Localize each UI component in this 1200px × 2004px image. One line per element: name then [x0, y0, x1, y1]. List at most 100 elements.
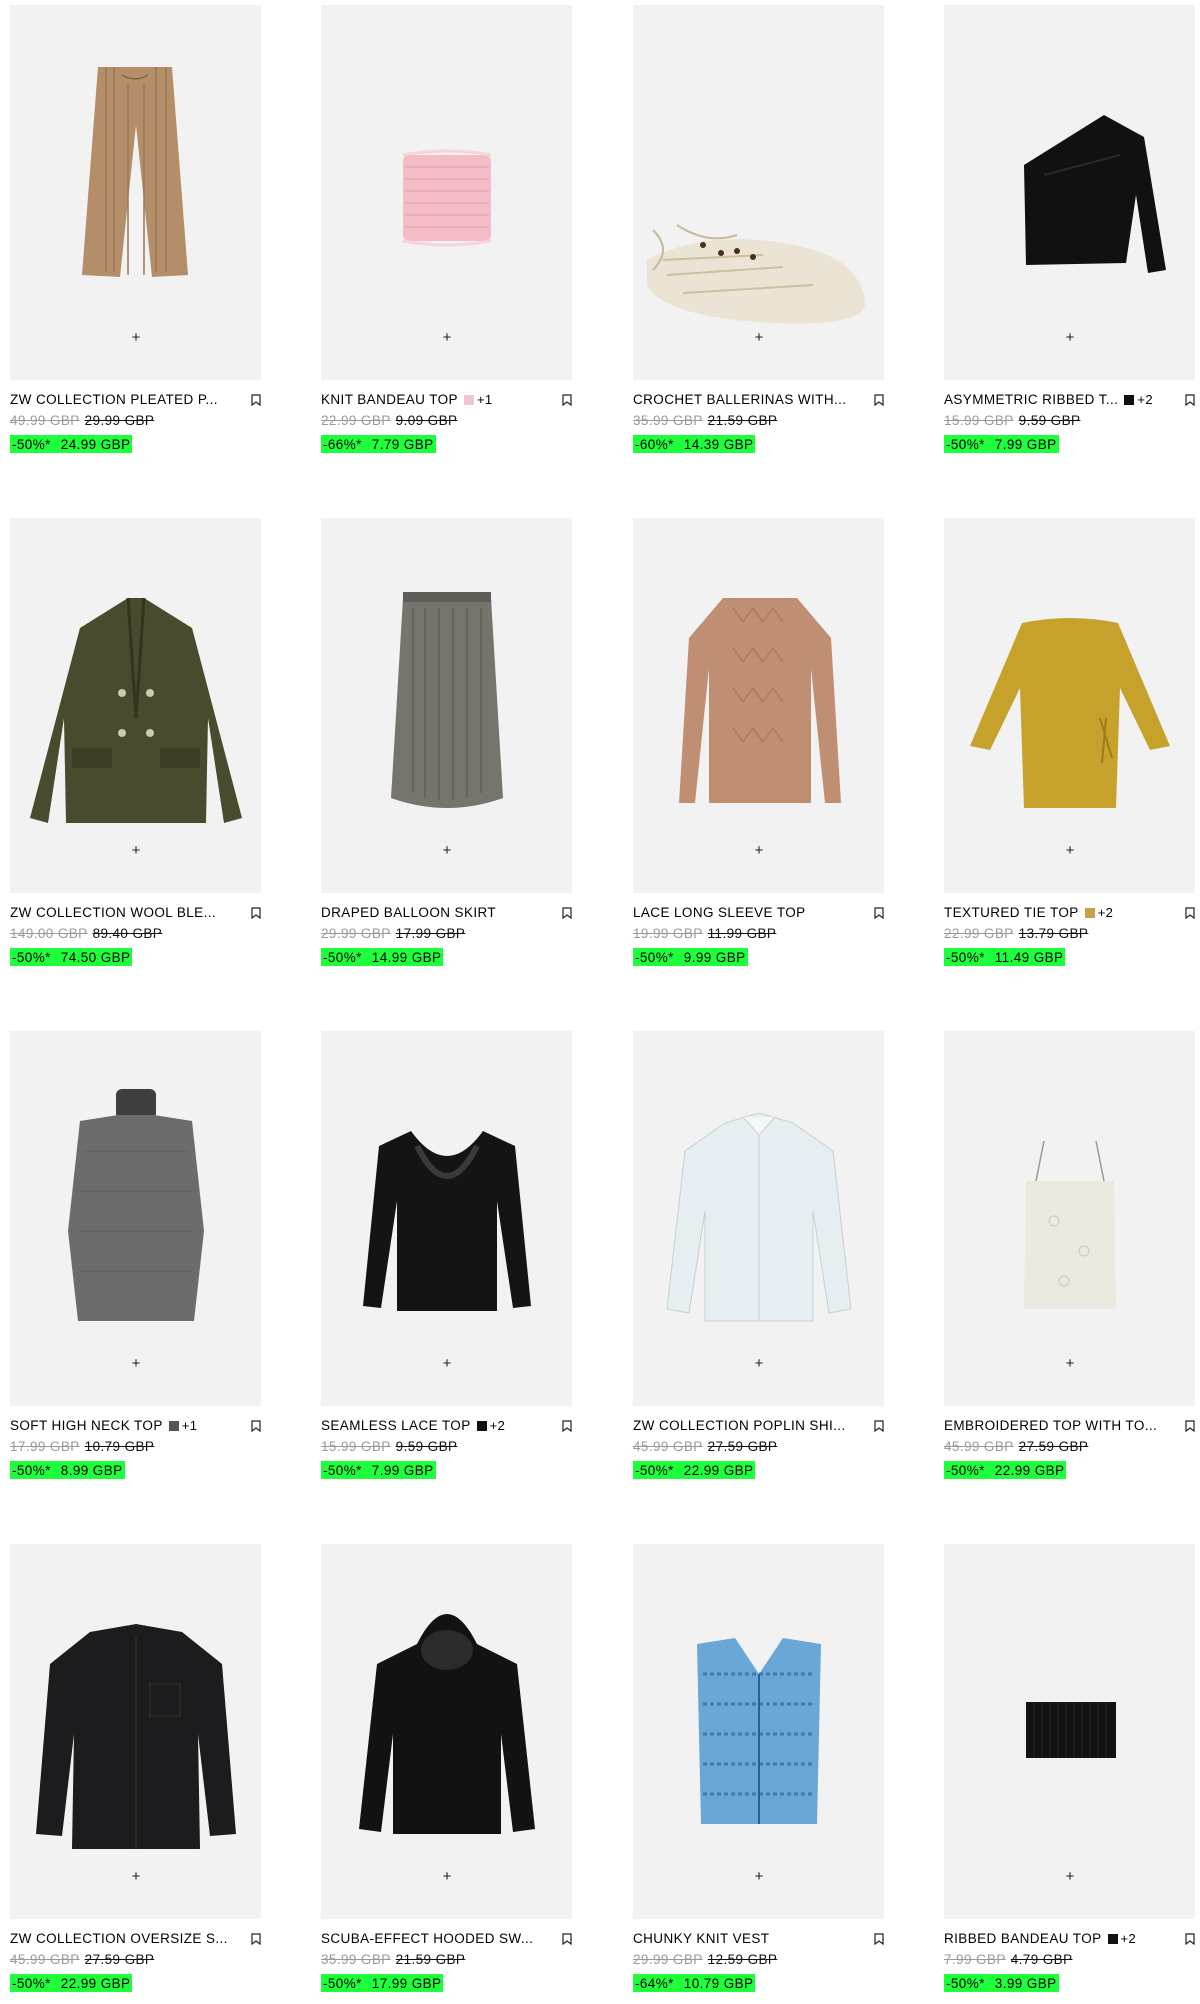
product-card[interactable]: + KNIT BANDEAU TOP +1 22.99 GBP 9.09 GBP -…	[321, 5, 576, 454]
add-to-cart-button[interactable]: +	[129, 1869, 143, 1884]
add-to-cart-button[interactable]: +	[752, 330, 766, 345]
product-image[interactable]: +	[633, 5, 884, 380]
bookmark-icon[interactable]	[874, 1420, 884, 1432]
product-card[interactable]: + CHUNKY KNIT VEST 29.99 GBP 12.59 GBP -6…	[633, 1544, 888, 1993]
original-price: 17.99 GBP	[10, 1439, 80, 1454]
product-image[interactable]: +	[321, 1031, 572, 1406]
product-name[interactable]: ZW COLLECTION WOOL BLE...	[10, 905, 216, 920]
product-name[interactable]: SEAMLESS LACE TOP	[321, 1418, 471, 1433]
high-neck-top-icon	[68, 1089, 204, 1321]
bookmark-icon[interactable]	[874, 394, 884, 406]
sale-price: 9.99 GBP	[683, 950, 746, 965]
product-name[interactable]: SOFT HIGH NECK TOP	[10, 1418, 163, 1433]
bookmark-icon[interactable]	[1185, 1420, 1195, 1432]
add-to-cart-button[interactable]: +	[1063, 1356, 1077, 1371]
product-image[interactable]: +	[10, 1544, 261, 1919]
bookmark-icon[interactable]	[1185, 907, 1195, 919]
product-image[interactable]: +	[321, 1544, 572, 1919]
product-card[interactable]: + ZW COLLECTION PLEATED P... 49.99 GBP 29…	[10, 5, 265, 454]
product-name[interactable]: ASYMMETRIC RIBBED T...	[944, 392, 1118, 407]
tie-top-icon	[970, 618, 1170, 808]
more-colors[interactable]: +1	[182, 1418, 198, 1433]
bookmark-icon[interactable]	[1185, 1933, 1195, 1945]
bookmark-icon[interactable]	[874, 1933, 884, 1945]
add-to-cart-button[interactable]: +	[129, 330, 143, 345]
more-colors[interactable]: +2	[490, 1418, 506, 1433]
product-name[interactable]: ZW COLLECTION POPLIN SHI...	[633, 1418, 846, 1433]
more-colors[interactable]: +2	[1098, 905, 1114, 920]
product-name[interactable]: ZW COLLECTION PLEATED P...	[10, 392, 218, 407]
product-image[interactable]: +	[633, 518, 884, 893]
add-to-cart-button[interactable]: +	[752, 1356, 766, 1371]
product-card[interactable]: + SEAMLESS LACE TOP +2 15.99 GBP 9.59 GBP …	[321, 1031, 576, 1480]
product-image[interactable]: +	[10, 1031, 261, 1406]
add-to-cart-button[interactable]: +	[752, 1869, 766, 1884]
product-image[interactable]: +	[633, 1544, 884, 1919]
product-image[interactable]: +	[944, 518, 1195, 893]
color-swatch[interactable]	[168, 1421, 179, 1431]
product-card[interactable]: + ASYMMETRIC RIBBED T... +2 15.99 GBP 9.59…	[944, 5, 1199, 454]
add-to-cart-button[interactable]: +	[440, 330, 454, 345]
bookmark-icon[interactable]	[874, 907, 884, 919]
product-card[interactable]: + ZW COLLECTION OVERSIZE S... 45.99 GBP 2…	[10, 1544, 265, 1993]
product-card[interactable]: + RIBBED BANDEAU TOP +2 7.99 GBP 4.79 GBP …	[944, 1544, 1199, 1993]
product-card[interactable]: + TEXTURED TIE TOP +2 22.99 GBP 13.79 GBP …	[944, 518, 1199, 967]
product-name[interactable]: CROCHET BALLERINAS WITH...	[633, 392, 846, 407]
color-swatch[interactable]	[1124, 395, 1135, 405]
bookmark-icon[interactable]	[562, 1420, 572, 1432]
bookmark-icon[interactable]	[251, 1933, 261, 1945]
bookmark-icon[interactable]	[251, 394, 261, 406]
poplin-shirt-icon	[666, 1112, 852, 1322]
add-to-cart-button[interactable]: +	[129, 843, 143, 858]
bookmark-icon[interactable]	[562, 394, 572, 406]
product-card[interactable]: + LACE LONG SLEEVE TOP 19.99 GBP 11.99 GB…	[633, 518, 888, 967]
bookmark-icon[interactable]	[251, 1420, 261, 1432]
add-to-cart-button[interactable]: +	[440, 1356, 454, 1371]
product-name[interactable]: CHUNKY KNIT VEST	[633, 1931, 769, 1946]
product-name[interactable]: ZW COLLECTION OVERSIZE S...	[10, 1931, 228, 1946]
product-image[interactable]: +	[944, 5, 1195, 380]
color-swatch[interactable]	[476, 1421, 487, 1431]
product-image[interactable]: +	[321, 518, 572, 893]
product-card[interactable]: + CROCHET BALLERINAS WITH... 35.99 GBP 21…	[633, 5, 888, 454]
color-swatch[interactable]	[463, 395, 474, 405]
original-price: 149.00 GBP	[10, 926, 88, 941]
product-name[interactable]: RIBBED BANDEAU TOP	[944, 1931, 1102, 1946]
add-to-cart-button[interactable]: +	[440, 1869, 454, 1884]
color-swatch[interactable]	[1107, 1934, 1118, 1944]
bookmark-icon[interactable]	[562, 1933, 572, 1945]
product-card[interactable]: + ZW COLLECTION WOOL BLE... 149.00 GBP 89…	[10, 518, 265, 967]
add-to-cart-button[interactable]: +	[752, 843, 766, 858]
product-name[interactable]: TEXTURED TIE TOP	[944, 905, 1079, 920]
product-image[interactable]: +	[10, 518, 261, 893]
more-colors[interactable]: +2	[1137, 392, 1153, 407]
product-image[interactable]: +	[321, 5, 572, 380]
lace-top-icon	[679, 598, 841, 803]
add-to-cart-button[interactable]: +	[1063, 843, 1077, 858]
add-to-cart-button[interactable]: +	[440, 843, 454, 858]
product-card[interactable]: + SCUBA-EFFECT HOODED SW... 35.99 GBP 21.…	[321, 1544, 576, 1993]
bookmark-icon[interactable]	[1185, 394, 1195, 406]
product-card[interactable]: + EMBROIDERED TOP WITH TO... 45.99 GBP 27…	[944, 1031, 1199, 1480]
more-colors[interactable]: +1	[477, 392, 493, 407]
product-name[interactable]: EMBROIDERED TOP WITH TO...	[944, 1418, 1157, 1433]
add-to-cart-button[interactable]: +	[1063, 1869, 1077, 1884]
more-colors[interactable]: +2	[1121, 1931, 1137, 1946]
product-card[interactable]: + ZW COLLECTION POPLIN SHI... 45.99 GBP 2…	[633, 1031, 888, 1480]
product-name[interactable]: KNIT BANDEAU TOP	[321, 392, 458, 407]
product-image[interactable]: +	[10, 5, 261, 380]
product-card[interactable]: + DRAPED BALLOON SKIRT 29.99 GBP 17.99 GB…	[321, 518, 576, 967]
product-name[interactable]: DRAPED BALLOON SKIRT	[321, 905, 496, 920]
color-swatch[interactable]	[1084, 908, 1095, 918]
product-name[interactable]: SCUBA-EFFECT HOODED SW...	[321, 1931, 533, 1946]
bookmark-icon[interactable]	[251, 907, 261, 919]
product-image[interactable]: +	[633, 1031, 884, 1406]
bookmark-icon[interactable]	[562, 907, 572, 919]
product-card[interactable]: + SOFT HIGH NECK TOP +1 17.99 GBP 10.79 GB…	[10, 1031, 265, 1480]
add-to-cart-button[interactable]: +	[129, 1356, 143, 1371]
product-image[interactable]: +	[944, 1031, 1195, 1406]
original-price: 49.99 GBP	[10, 413, 80, 428]
product-name[interactable]: LACE LONG SLEEVE TOP	[633, 905, 806, 920]
add-to-cart-button[interactable]: +	[1063, 330, 1077, 345]
product-image[interactable]: +	[944, 1544, 1195, 1919]
